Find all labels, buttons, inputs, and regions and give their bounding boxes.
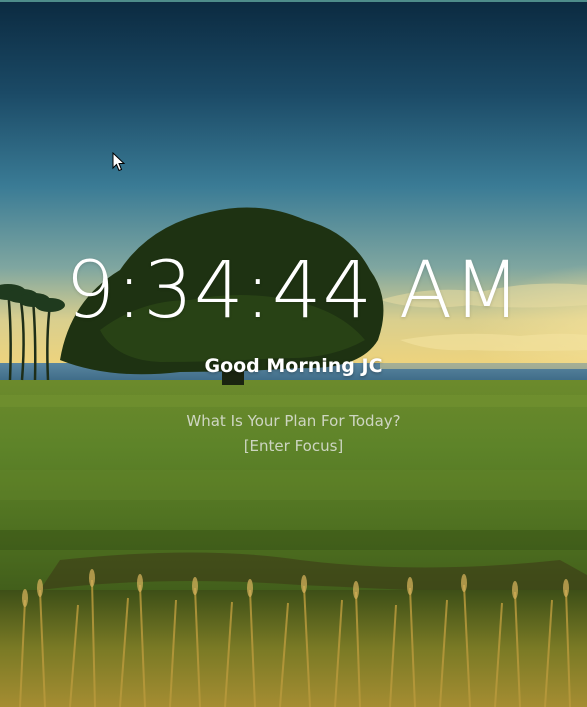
enter-focus-link[interactable]: [Enter Focus] — [0, 437, 587, 455]
greeting-text: Good Morning JC — [204, 355, 383, 377]
focus-question: What Is Your Plan For Today? — [186, 412, 401, 430]
mouse-pointer-icon — [112, 151, 126, 172]
dashboard-overlay: 9:34:44 AM Good Morning JC What Is Your … — [0, 0, 587, 707]
clock-time: 9:34:44 AM — [65, 246, 522, 336]
